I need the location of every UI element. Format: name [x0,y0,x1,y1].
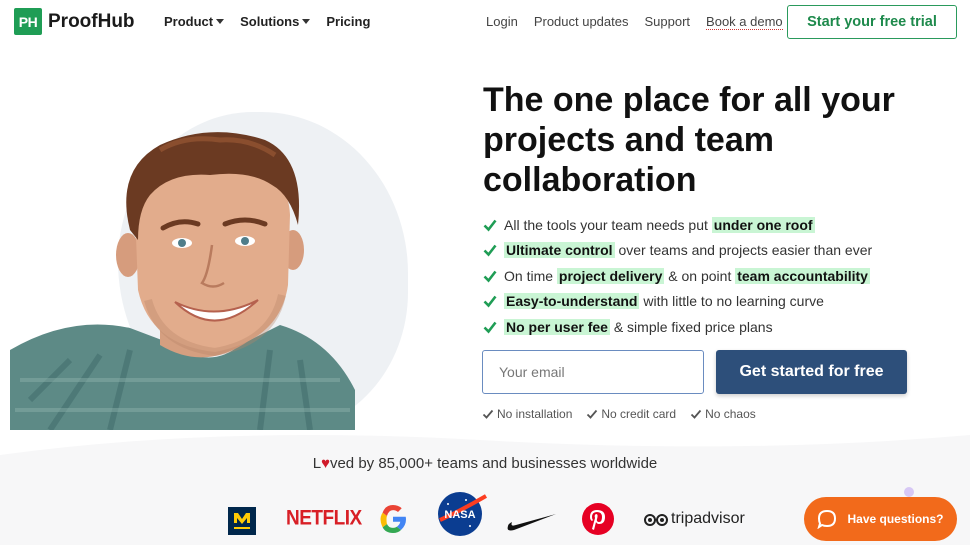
google-logo [376,502,410,536]
netflix-logo: NETFLIX [286,506,362,530]
chat-notification-dot [904,487,914,497]
check-icon [482,409,494,419]
logo-badge: PH [14,8,42,35]
menu-pricing[interactable]: Pricing [326,14,370,29]
feature-text: All the tools your team needs put under … [504,216,815,233]
menu-product-label: Product [164,14,214,29]
top-navigation: PH ProofHub Product Solutions Pricing Lo… [0,0,970,44]
assurance-label: No chaos [705,407,756,421]
heart-icon: ♥ [321,455,330,472]
feature-highlight: under one roof [711,216,815,233]
nasa-logo: NASA [436,490,488,538]
green-check-icon [483,321,497,334]
feature-text-segment: All the tools your team needs put [504,216,712,233]
email-input[interactable] [482,350,704,394]
feature-text: Ultimate control over teams and projects… [504,242,873,259]
green-check-icon [483,270,497,283]
hero-image [10,100,410,430]
feature-text: Easy-to-understand with little to no lea… [504,293,824,310]
feature-highlight: No per user fee [504,318,610,335]
feature-text-segment: & on point [664,267,736,284]
pinterest-logo [581,502,615,536]
assurance-label: No credit card [601,407,677,421]
google-icon [380,505,406,533]
feature-item: No per user fee & simple fixed price pla… [483,314,872,340]
michigan-icon [228,507,256,535]
nike-logo [506,512,558,532]
tripadvisor-owl-icon [644,514,668,526]
feature-text-segment: & simple fixed price plans [609,318,773,335]
menu-pricing-label: Pricing [326,14,371,29]
book-demo-link[interactable]: Book a demo [706,14,783,30]
chat-bubble-icon [817,509,837,529]
nike-swoosh-icon [507,514,556,531]
feature-highlight: Easy-to-understand [504,293,640,310]
feature-highlight: Ultimate control [504,242,615,259]
pinterest-icon [582,503,614,535]
loved-l: L [312,455,322,472]
assurance-item: No chaos [690,407,756,421]
main-menu: Product Solutions Pricing [164,14,370,29]
chevron-down-icon [302,19,311,24]
feature-item: All the tools your team needs put under … [483,212,872,238]
check-icon [587,409,598,419]
green-check-icon [483,219,497,232]
assurance-list: No installation No credit card No chaos [482,407,756,421]
check-icon [690,409,702,419]
chevron-down-icon [216,19,225,24]
tripadvisor-logo: tripadvisor [644,510,745,528]
feature-item: On time project delivery & on point team… [483,263,872,289]
have-questions-chat-button[interactable]: Have questions? [804,497,957,541]
feature-text: No per user fee & simple fixed price pla… [504,318,773,335]
green-check-icon [483,244,497,257]
assurance-label: No installation [497,407,573,421]
product-updates-link[interactable]: Product updates [534,14,629,30]
loved-rest: ved by 85,000+ teams and businesses worl… [329,455,658,472]
menu-product[interactable]: Product [164,14,225,29]
feature-text-segment: with little to no learning curve [639,293,824,310]
feature-item: Ultimate control over teams and projects… [483,238,872,264]
logo-text: ProofHub [48,10,135,32]
customer-logos: NETFLIX NASA tripadvisor [226,490,756,540]
support-link[interactable]: Support [645,14,691,30]
feature-text: On time project delivery & on point team… [504,267,870,284]
feature-highlight: team accountability [735,267,870,284]
nasa-icon: NASA [438,492,488,536]
proofhub-logo[interactable]: PH ProofHub [14,8,135,35]
feature-item: Easy-to-understand with little to no lea… [483,289,872,315]
smiling-man-photo [10,132,355,430]
start-free-trial-button[interactable]: Start your free trial [787,5,957,39]
social-proof-text: L♥ved by 85,000+ teams and businesses wo… [0,455,970,472]
hero-headline: The one place for all your projects and … [483,81,895,199]
feature-text-segment: On time [504,267,557,284]
menu-solutions-label: Solutions [240,14,300,29]
login-link[interactable]: Login [486,14,518,30]
feature-highlight: project delivery [556,267,665,284]
get-started-button[interactable]: Get started for free [716,350,907,394]
green-check-icon [483,295,497,308]
assurance-item: No installation [482,407,572,421]
michigan-logo [228,507,256,535]
menu-solutions[interactable]: Solutions [240,14,311,29]
chat-label: Have questions? [847,512,944,526]
tripadvisor-text: tripadvisor [671,510,745,527]
nasa-text: NASA [444,509,475,521]
feature-text-segment: over teams and projects easier than ever [614,242,873,259]
feature-list: All the tools your team needs put under … [483,212,872,340]
secondary-links: Login Product updates Support Book a dem… [486,14,783,30]
assurance-item: No credit card [586,407,676,421]
